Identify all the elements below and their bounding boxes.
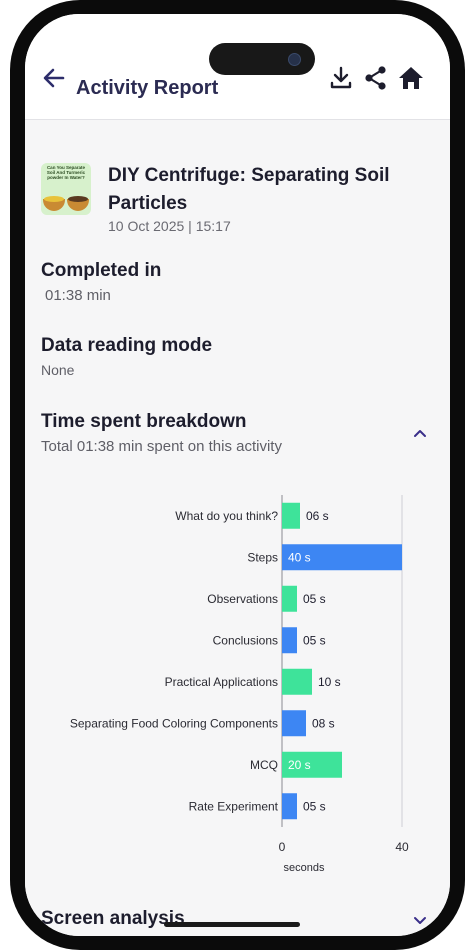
value-label-3: 05 s xyxy=(303,633,326,647)
chevron-up-icon[interactable] xyxy=(412,426,428,442)
reading-mode-label: Data reading mode xyxy=(41,335,213,356)
value-label-5: 08 s xyxy=(312,716,335,730)
x-tick-label-1: 40 xyxy=(395,840,409,854)
activity-title: DIY Centrifuge: Separating Soil Particle… xyxy=(108,165,390,214)
bar-4 xyxy=(282,668,312,695)
category-label-6: MCQ xyxy=(250,758,278,772)
soil-icon xyxy=(68,196,88,202)
back-arrow-icon[interactable] xyxy=(41,65,67,91)
turmeric-icon xyxy=(44,196,64,202)
value-label-7: 05 s xyxy=(303,799,326,813)
category-label-7: Rate Experiment xyxy=(189,799,279,813)
bar-2 xyxy=(282,585,297,612)
value-label-6: 20 s xyxy=(288,758,311,772)
screen-analysis-label[interactable]: Screen analysis xyxy=(41,908,185,930)
x-axis-label: seconds xyxy=(284,862,325,874)
value-label-4: 10 s xyxy=(318,675,341,689)
value-label-2: 05 s xyxy=(303,592,326,606)
front-camera xyxy=(288,53,301,66)
dynamic-island xyxy=(209,43,315,75)
activity-thumbnail: Can You Separate Soil And Turmeric powde… xyxy=(41,163,91,215)
bar-5 xyxy=(282,710,306,737)
value-label-1: 40 s xyxy=(288,550,311,564)
x-tick-label-0: 0 xyxy=(279,840,286,854)
report-content: Can You Separate Soil And Turmeric powde… xyxy=(25,120,450,936)
category-label-4: Practical Applications xyxy=(165,675,278,689)
screen: Activity Report Can You Separate Soil An… xyxy=(25,14,450,936)
breakdown-summary: Total 01:38 min spent on this activity xyxy=(41,438,282,455)
time-breakdown-chart: What do you think? 06 s Steps 40 s Observati… xyxy=(70,495,409,874)
thumbnail-caption: Can You Separate Soil And Turmeric powde… xyxy=(46,165,86,181)
bar-3 xyxy=(282,627,297,654)
reading-mode-value: None xyxy=(41,362,75,378)
completed-value: 01:38 min xyxy=(45,287,111,304)
category-label-3: Conclusions xyxy=(213,633,278,647)
bar-7 xyxy=(282,793,297,820)
completed-label: Completed in xyxy=(41,260,162,281)
breakdown-label[interactable]: Time spent breakdown xyxy=(41,411,247,433)
download-icon[interactable] xyxy=(327,64,355,92)
page-title: Activity Report xyxy=(76,77,219,99)
value-label-0: 06 s xyxy=(306,509,329,523)
activity-datetime: 10 Oct 2025 | 15:17 xyxy=(108,218,231,234)
home-indicator[interactable] xyxy=(164,922,300,927)
category-label-2: Observations xyxy=(207,592,278,606)
bar-0 xyxy=(282,502,300,529)
home-icon[interactable] xyxy=(397,64,425,92)
share-icon[interactable] xyxy=(362,64,390,92)
chevron-down-icon[interactable] xyxy=(412,912,428,928)
category-label-5: Separating Food Coloring Components xyxy=(70,716,278,730)
category-label-1: Steps xyxy=(247,550,278,564)
category-label-0: What do you think? xyxy=(175,509,278,523)
